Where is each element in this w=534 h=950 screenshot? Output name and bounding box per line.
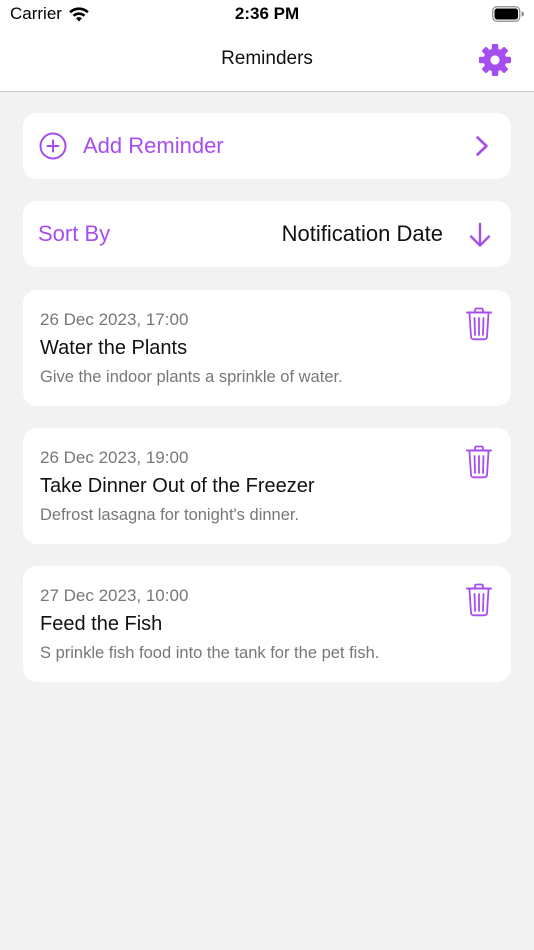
reminder-description: Give the indoor plants a sprinkle of wat… [40, 368, 343, 386]
reminder-card[interactable]: 27 Dec 2023, 10:00 Feed the Fish S prink… [23, 566, 511, 682]
reminder-date: 26 Dec 2023, 17:00 [40, 310, 189, 329]
add-reminder-button[interactable]: Add Reminder [23, 113, 511, 179]
screen: Carrier 2:36 PM Reminders Add Reminder S… [0, 0, 534, 950]
add-reminder-label: Add Reminder [83, 133, 224, 158]
arrow-down-icon[interactable] [467, 221, 493, 249]
reminder-date: 26 Dec 2023, 19:00 [40, 448, 189, 467]
delete-reminder-button[interactable] [465, 445, 493, 479]
reminder-title: Water the Plants [40, 337, 188, 359]
status-bar: Carrier 2:36 PM [0, 0, 534, 30]
sort-value[interactable]: Notification Date [282, 221, 443, 247]
delete-reminder-button[interactable] [465, 583, 493, 617]
page-title: Reminders [221, 48, 313, 69]
navigation-bar: Reminders [0, 30, 534, 92]
reminder-title: Take Dinner Out of the Freezer [40, 475, 315, 497]
reminder-description: S prinkle fish food into the tank for th… [40, 644, 380, 662]
battery-icon [492, 6, 524, 22]
reminder-card[interactable]: 26 Dec 2023, 19:00 Take Dinner Out of th… [23, 428, 511, 544]
reminder-card[interactable]: 26 Dec 2023, 17:00 Water the Plants Give… [23, 290, 511, 406]
settings-button[interactable] [478, 43, 512, 77]
gear-icon [479, 44, 511, 76]
reminder-title: Feed the Fish [40, 613, 163, 635]
reminder-date: 27 Dec 2023, 10:00 [40, 586, 189, 605]
plus-circle-icon [39, 132, 67, 160]
sort-by-label: Sort By [38, 221, 111, 246]
trash-icon [466, 583, 492, 617]
delete-reminder-button[interactable] [465, 307, 493, 341]
trash-icon [466, 445, 492, 479]
reminder-description: Defrost lasagna for tonight's dinner. [40, 506, 300, 524]
sort-control[interactable]: Sort By Notification Date [23, 201, 511, 267]
chevron-right-icon [476, 136, 488, 156]
status-time: 2:36 PM [234, 4, 300, 23]
trash-icon [466, 307, 492, 341]
